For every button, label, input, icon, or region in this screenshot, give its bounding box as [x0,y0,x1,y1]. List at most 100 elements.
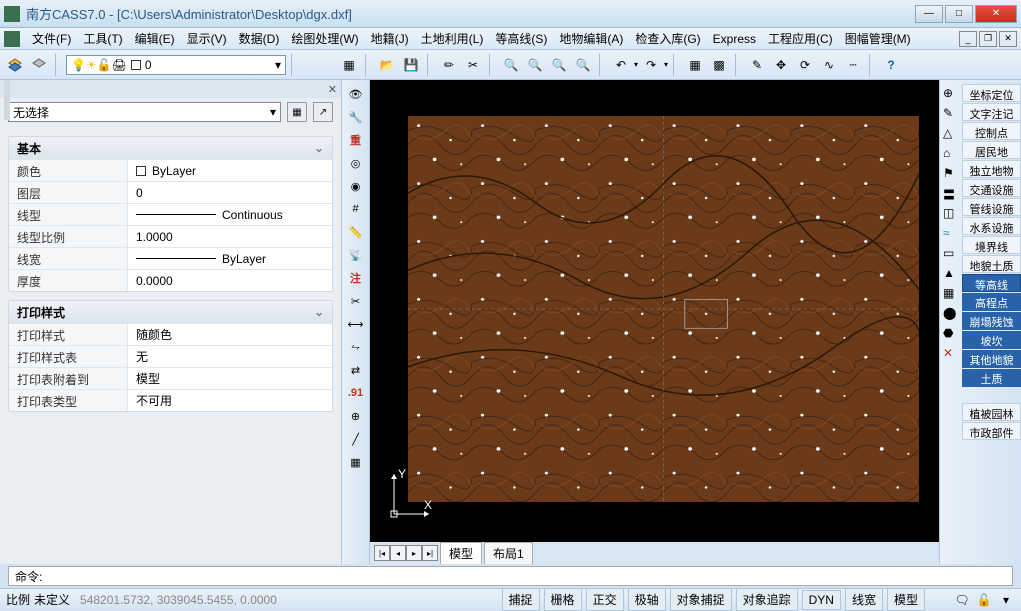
prop-color[interactable]: ByLayer [127,160,332,181]
tab-model[interactable]: 模型 [440,542,482,564]
prop-lineweight[interactable]: ByLayer [127,248,332,269]
sb-otrack[interactable]: 对象追踪 [736,588,798,611]
maximize-button[interactable]: □ [945,5,973,23]
move-icon[interactable]: ✥ [770,54,792,76]
rp-item-landform[interactable]: 地貌土质 [962,255,1021,273]
mdi-minimize[interactable]: _ [959,31,977,47]
vtb-plus-icon[interactable]: ⊕ [345,406,367,426]
zoom-out-icon[interactable]: 🔍 [524,54,546,76]
layer-combo[interactable]: 💡☀🔓🖨 0 ▾ [66,55,286,75]
sb-comm-icon[interactable]: 🗨 [953,592,971,608]
vtb-line-icon[interactable]: ╱ [345,429,367,449]
menu-sheet[interactable]: 图幅管理(M) [839,28,917,49]
layers-icon[interactable] [4,54,26,76]
zoom-in-icon[interactable]: 🔍 [500,54,522,76]
tab-first[interactable]: |◂ [374,545,390,561]
redo-icon[interactable]: ↷ [640,54,662,76]
pen-icon[interactable]: ✎ [746,54,768,76]
rp-item-coord[interactable]: 坐标定位 [962,84,1021,102]
menu-feature-edit[interactable]: 地物编辑(A) [553,28,629,49]
open-icon[interactable]: 📂 [376,54,398,76]
rp-road-icon[interactable]: 〓 [943,186,959,202]
brush-icon[interactable]: ✏ [438,54,460,76]
rp-item-independent[interactable]: 独立地物 [962,160,1021,178]
prop-ltscale[interactable]: 1.0000 [127,226,332,247]
vtb-eye-icon[interactable]: 👁 [345,84,367,104]
sb-dyn[interactable]: DYN [802,590,841,610]
grid2-icon[interactable]: ▩ [708,54,730,76]
pick-icon[interactable]: ↗ [313,102,333,122]
command-line[interactable]: 命令: [8,566,1013,586]
tab-next[interactable]: ▸ [406,545,422,561]
drawing-area[interactable]: XY |◂ ◂ ▸ ▸| 模型 布局1 [370,80,939,564]
prop-plotstyle[interactable]: 随颜色 [127,324,332,345]
rp-item-traffic[interactable]: 交通设施 [962,179,1021,197]
menu-engineering[interactable]: 工程应用(C) [762,28,839,49]
prop-plottype[interactable]: 不可用 [127,390,332,411]
vtb-hash-icon[interactable]: # [345,199,367,219]
vtb-red-1[interactable]: 重 [345,130,367,150]
rp-sub-collapse[interactable]: 崩塌残蚀 [962,312,1021,330]
sb-ortho[interactable]: 正交 [586,588,624,611]
tab-prev[interactable]: ◂ [390,545,406,561]
match-icon[interactable]: ✂ [462,54,484,76]
rp-pipe-icon[interactable]: ◫ [943,206,959,222]
table-icon[interactable]: ▦ [684,54,706,76]
rp-item-text[interactable]: 文字注记 [962,103,1021,121]
vtb-dim2-icon[interactable]: ⥊ [345,337,367,357]
minimize-button[interactable]: — [915,5,943,23]
rp-sub-elevation[interactable]: 高程点 [962,293,1021,311]
rp-border-icon[interactable]: ▭ [943,246,959,262]
menu-view[interactable]: 显示(V) [181,28,233,49]
rp-item-residential[interactable]: 居民地 [962,141,1021,159]
vtb-clip-icon[interactable]: ✂ [345,291,367,311]
menu-landuse[interactable]: 土地利用(L) [415,28,490,49]
rp-item-contour[interactable]: 等高线 [962,274,1021,292]
menu-cadastre[interactable]: 地籍(J) [365,28,415,49]
rp-item-pipeline[interactable]: 管线设施 [962,198,1021,216]
vtb-target-icon[interactable]: ◎ [345,153,367,173]
menu-check[interactable]: 检查入库(G) [629,28,706,49]
rp-item-municipal[interactable]: 市政部件 [962,422,1021,440]
vtb-grid-icon[interactable]: ▦ [345,452,367,472]
sb-tray-icon[interactable]: ▾ [997,592,1015,608]
menu-edit[interactable]: 编辑(E) [129,28,181,49]
prop-thickness[interactable]: 0.0000 [127,270,332,291]
rp-sub-soil[interactable]: 土质 [962,369,1021,387]
help-icon[interactable]: ? [880,54,902,76]
vtb-red-3[interactable]: .91 [345,383,367,403]
menu-tools[interactable]: 工具(T) [77,28,128,49]
sb-snap[interactable]: 捕捉 [502,588,540,611]
layer-state-icon[interactable] [28,54,50,76]
rp-terrain-icon[interactable]: ▲ [943,266,959,282]
vtb-orbit-icon[interactable]: ◉ [345,176,367,196]
vtb-red-2[interactable]: 注 [345,268,367,288]
mdi-close[interactable]: ✕ [999,31,1017,47]
vtb-wrench-icon[interactable]: 🔧 [345,107,367,127]
menu-data[interactable]: 数据(D) [233,28,286,49]
rp-item-control[interactable]: 控制点 [962,122,1021,140]
rp-house-icon[interactable]: ⌂ [943,146,959,162]
sb-lock-icon[interactable]: 🔓 [975,592,993,608]
vtb-arrows-icon[interactable]: ⇄ [345,360,367,380]
save-icon[interactable]: 💾 [400,54,422,76]
quick-select-icon[interactable]: ▦ [287,102,307,122]
prop-plotattach[interactable]: 模型 [127,368,332,389]
rp-item-boundary[interactable]: 境界线 [962,236,1021,254]
sb-polar[interactable]: 极轴 [628,588,666,611]
menu-express[interactable]: Express [707,30,762,48]
curve-icon[interactable]: ∿ [818,54,840,76]
sb-lwt[interactable]: 线宽 [845,588,883,611]
section-plot-header[interactable]: 打印样式⌄ [9,301,332,323]
zoom-window-icon[interactable]: 🔍 [548,54,570,76]
grid-icon[interactable]: ▦ [338,54,360,76]
sb-model[interactable]: 模型 [887,588,925,611]
rp-item-water[interactable]: 水系设施 [962,217,1021,235]
rp-control-icon[interactable]: △ [943,126,959,142]
rp-text-icon[interactable]: ✎ [943,106,959,122]
rp-sub-other[interactable]: 其他地貌 [962,350,1021,368]
rotate-icon[interactable]: ⟳ [794,54,816,76]
rp-water-icon[interactable]: ≈ [943,226,959,242]
prop-linetype[interactable]: Continuous [127,204,332,225]
close-button[interactable]: ✕ [975,5,1017,23]
